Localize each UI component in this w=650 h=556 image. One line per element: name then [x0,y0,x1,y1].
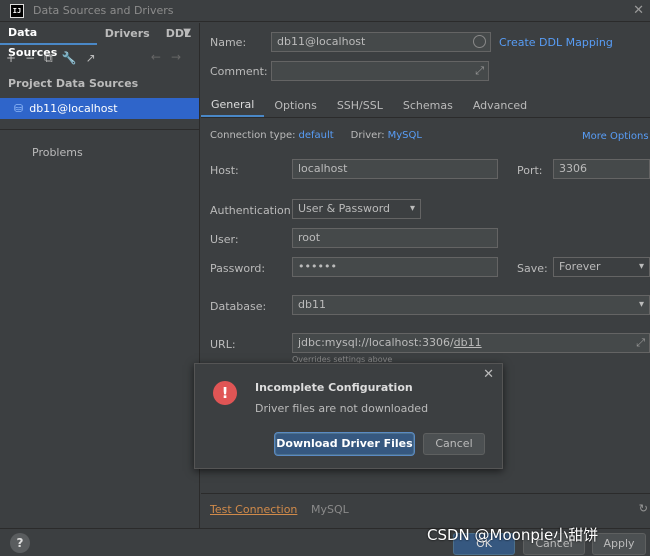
expand-icon[interactable]: ⤢ [475,62,484,80]
create-ddl-link[interactable]: Create DDL Mapping [499,36,613,49]
connection-type-label: Connection type: [210,130,296,141]
auth-select[interactable]: User & Password [292,199,421,219]
help-icon[interactable]: ? [10,533,30,553]
database-label: Database: [210,300,267,313]
comment-input[interactable]: ⤢ [271,61,489,81]
test-connection-link[interactable]: Test Connection [210,503,297,516]
driver-name: MySQL [311,503,349,516]
save-label: Save: [517,262,548,275]
url-db: db11 [453,336,482,349]
dialog-title: Incomplete Configuration [255,381,413,394]
more-options-link[interactable]: More Options ▾ [582,131,650,142]
tab-ddl[interactable]: DDL [158,23,199,45]
dialog-cancel-button[interactable]: Cancel [423,433,485,455]
tab-drivers[interactable]: Drivers [97,23,158,45]
tab-schemas[interactable]: Schemas [393,93,463,117]
back-forward-icons[interactable]: ←→ [151,50,191,64]
bottom-bar: Test Connection MySQL ↻ [201,493,650,523]
copy-icon[interactable]: ⧉ [44,51,53,66]
close-icon[interactable]: ✕ [633,3,644,18]
port-input[interactable]: 3306 [553,159,650,179]
wrench-icon[interactable]: 🔧 [62,51,77,65]
datasource-item[interactable]: ⛁ db11@localhost [0,98,199,119]
divider [0,129,199,130]
expand-icon[interactable]: ⤢ [636,334,645,352]
comment-label: Comment: [210,65,268,78]
incomplete-config-dialog: ! ✕ Incomplete Configuration Driver file… [194,363,503,469]
datasource-label: db11@localhost [29,102,118,115]
title-bar: IJ Data Sources and Drivers ✕ [0,0,650,22]
tab-general[interactable]: General [201,93,265,117]
settings-tabs: General Options SSH/SSL Schemas Advanced [201,93,650,118]
user-input[interactable]: root [292,228,498,248]
driver-label: Driver: [350,130,385,141]
host-label: Host: [210,164,239,177]
watermark: CSDN @Moonpie小甜饼 [427,526,599,544]
left-panel: Data Sources Drivers DDL ▼ + − ⧉ 🔧 ↗ ←→ … [0,23,200,528]
intellij-logo-icon: IJ [10,3,24,18]
apply-button[interactable]: Apply [592,533,646,555]
add-icon[interactable]: + [6,51,16,65]
save-select[interactable]: Forever [553,257,650,277]
window-title: Data Sources and Drivers [33,4,174,17]
remove-icon[interactable]: − [25,51,35,65]
connection-type-row: Connection type: default Driver: MySQL [210,130,422,141]
error-icon: ! [213,381,237,405]
name-input[interactable]: db11@localhost [271,32,491,52]
database-input[interactable]: db11 [292,295,650,315]
mysql-icon: ⛁ [14,102,24,115]
more-options-label: More Options [582,131,649,142]
user-label: User: [210,233,239,246]
port-label: Port: [517,164,543,177]
close-icon[interactable]: ✕ [483,367,494,382]
tab-data-sources[interactable]: Data Sources [0,23,97,59]
tab-options[interactable]: Options [264,93,326,117]
download-driver-files-button[interactable]: Download Driver Files [275,433,414,455]
chevron-down-icon[interactable]: ▼ [183,27,191,38]
name-label: Name: [210,36,247,49]
url-label: URL: [210,338,236,351]
refresh-icon[interactable]: ↻ [639,502,648,515]
connection-type-link[interactable]: default [298,130,333,141]
problems-item[interactable]: Problems [32,146,199,159]
password-label: Password: [210,262,266,275]
url-input[interactable]: jdbc:mysql://localhost:3306/db11 ⤢ [292,333,650,353]
driver-link[interactable]: MySQL [388,130,422,141]
left-tabs: Data Sources Drivers DDL ▼ [0,23,199,59]
host-input[interactable]: localhost [292,159,498,179]
password-input[interactable]: •••••• [292,257,498,277]
left-toolbar: + − ⧉ 🔧 ↗ ←→ [0,45,199,71]
name-value: db11@localhost [277,35,366,48]
tab-ssh-ssl[interactable]: SSH/SSL [327,93,393,117]
dialog-message: Driver files are not downloaded [255,402,429,415]
jump-to-icon[interactable]: ↗ [86,51,96,65]
section-title: Project Data Sources [8,77,139,90]
color-circle-icon[interactable] [473,35,486,48]
url-prefix: jdbc:mysql://localhost:3306/ [298,336,454,349]
tab-advanced[interactable]: Advanced [463,93,537,117]
auth-label: Authentication: [210,204,295,217]
